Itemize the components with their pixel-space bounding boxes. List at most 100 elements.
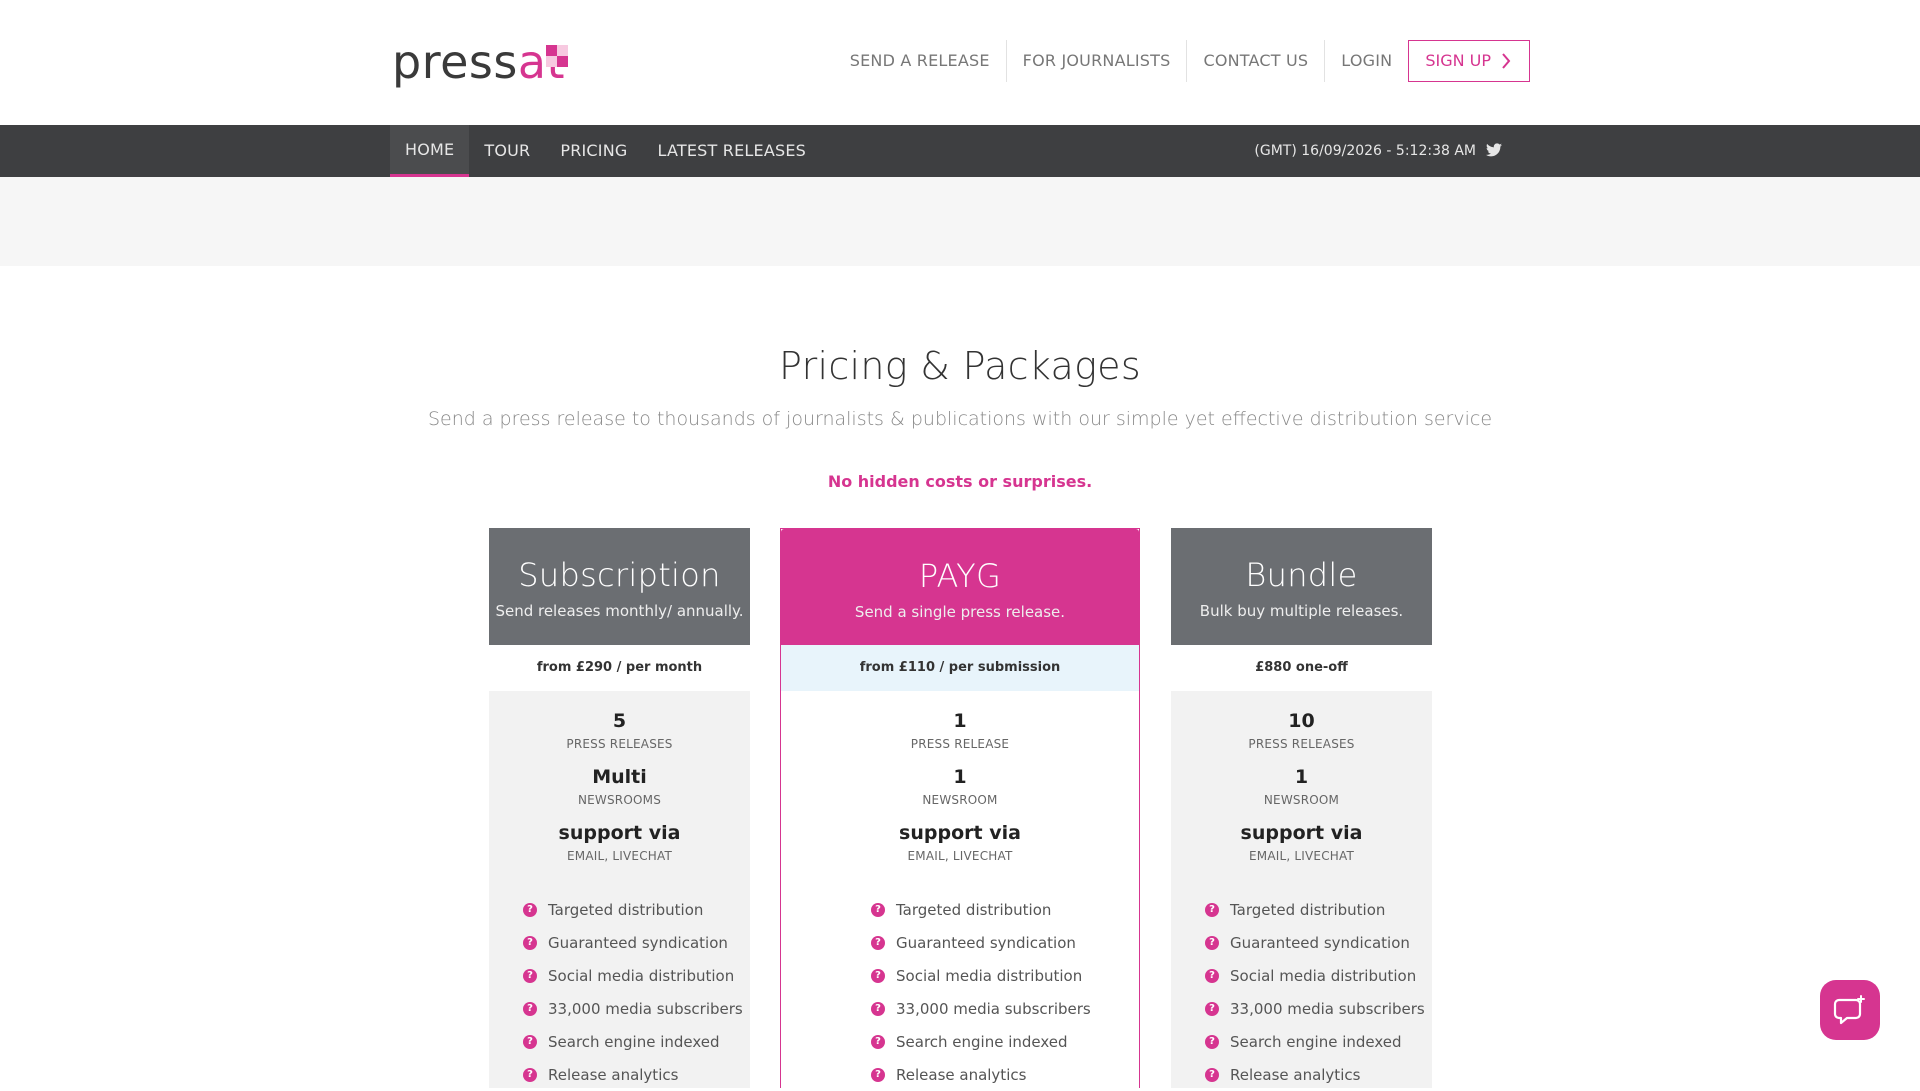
plan-desc: Send a single press release.	[854, 603, 1066, 621]
feature-label: 33,000 media subscribers	[896, 999, 1091, 1018]
plan-desc: Bulk buy multiple releases.	[1199, 602, 1404, 620]
plan-stat: 1 PRESS RELEASE	[781, 709, 1139, 751]
plan-stat: support via EMAIL, LIVECHAT	[489, 821, 750, 863]
tab-home[interactable]: HOME	[390, 125, 470, 177]
question-icon[interactable]: ?	[1205, 1034, 1219, 1049]
stat-label: EMAIL, LIVECHAT	[907, 849, 1013, 863]
question-icon[interactable]: ?	[1205, 968, 1219, 983]
feature-label: Release analytics	[1230, 1065, 1361, 1084]
feature-item: ? 33,000 media subscribers	[1205, 992, 1432, 1025]
nav-contact-us[interactable]: CONTACT US	[1187, 40, 1326, 82]
pricing-note: No hidden costs or surprises.	[827, 472, 1093, 491]
chat-bubble-icon	[1833, 995, 1865, 1025]
question-icon[interactable]: ?	[1205, 935, 1219, 950]
feature-label: Release analytics	[896, 1065, 1027, 1084]
feature-label: Search engine indexed	[896, 1032, 1068, 1051]
plan-card-payg[interactable]: PAYG Send a single press release. from £…	[780, 528, 1140, 1088]
plan-name: Subscription	[518, 556, 721, 594]
feature-item: ? 33,000 media subscribers	[523, 992, 750, 1025]
chevron-right-icon	[1502, 53, 1511, 69]
question-icon[interactable]: ?	[523, 968, 537, 983]
plan-card-bundle[interactable]: Bundle Bulk buy multiple releases. £880 …	[1171, 528, 1432, 1088]
feature-item: ? Social media distribution	[1205, 959, 1432, 992]
feature-label: Search engine indexed	[548, 1032, 720, 1051]
plan-stat: 1 NEWSROOM	[781, 765, 1139, 807]
feature-item: ? Social media distribution	[871, 959, 1139, 992]
tab-latest-releases[interactable]: LATEST RELEASES	[643, 125, 822, 177]
feature-item: ? Search engine indexed	[1205, 1025, 1432, 1058]
feature-label: Social media distribution	[1230, 966, 1417, 985]
stat-label: NEWSROOM	[922, 793, 998, 807]
stat-number: 10	[1288, 710, 1315, 732]
question-icon[interactable]: ?	[1205, 902, 1219, 917]
feature-item: ? Targeted distribution	[871, 893, 1139, 926]
feature-label: Targeted distribution	[548, 900, 704, 919]
feature-label: 33,000 media subscribers	[548, 999, 743, 1018]
logo-mark-icon	[546, 45, 568, 71]
feature-item: ? Targeted distribution	[1205, 893, 1432, 926]
question-icon[interactable]: ?	[1205, 1067, 1219, 1082]
feature-item: ? 33,000 media subscribers	[871, 992, 1139, 1025]
feature-label: Social media distribution	[548, 966, 735, 985]
hero-band	[0, 177, 1920, 266]
plan-header: Subscription Send releases monthly/ annu…	[489, 528, 750, 645]
plan-stat: 1 NEWSROOM	[1171, 765, 1432, 807]
question-icon[interactable]: ?	[871, 935, 885, 950]
stat-label: NEWSROOM	[1263, 793, 1340, 807]
plan-stat: Multi NEWSROOMS	[489, 765, 750, 807]
question-icon[interactable]: ?	[523, 1067, 537, 1082]
question-icon[interactable]: ?	[871, 1034, 885, 1049]
pricing-header: Pricing & Packages Send a press release …	[0, 344, 1920, 491]
top-nav: SEND A RELEASE FOR JOURNALISTS CONTACT U…	[834, 40, 1530, 82]
feature-item: ? Social media distribution	[523, 959, 750, 992]
feature-item: ? Release analytics	[523, 1058, 750, 1091]
site-header: pressat SEND A RELEASE FOR JOURNALISTS C…	[0, 0, 1920, 125]
plan-header: PAYG Send a single press release.	[781, 529, 1139, 645]
stat-label: EMAIL, LIVECHAT	[1248, 849, 1355, 863]
question-icon[interactable]: ?	[871, 968, 885, 983]
stat-label: PRESS RELEASES	[1248, 737, 1355, 751]
nav-send-release[interactable]: SEND A RELEASE	[834, 40, 1007, 82]
plan-price: from £290 / per month	[489, 645, 750, 691]
question-icon[interactable]: ?	[1205, 1001, 1219, 1016]
question-icon[interactable]: ?	[523, 1001, 537, 1016]
feature-item: ? Guaranteed syndication	[871, 926, 1139, 959]
gmt-clock: (GMT) 16/09/2026 - 5:12:38 AM	[1254, 143, 1476, 159]
question-icon[interactable]: ?	[523, 1034, 537, 1049]
signup-button[interactable]: SIGN UP	[1408, 40, 1530, 82]
tab-pricing[interactable]: PRICING	[545, 125, 642, 177]
feature-label: Social media distribution	[896, 966, 1083, 985]
stat-number: 5	[612, 710, 627, 732]
stat-label: NEWSROOMS	[577, 793, 662, 807]
signup-label: SIGN UP	[1425, 51, 1491, 70]
page-title: Pricing & Packages	[779, 344, 1141, 388]
chat-button[interactable]	[1820, 980, 1880, 1040]
question-icon[interactable]: ?	[523, 935, 537, 950]
nav-for-journalists[interactable]: FOR JOURNALISTS	[1007, 40, 1188, 82]
plan-stat: 5 PRESS RELEASES	[489, 709, 750, 751]
stat-number: support via	[899, 822, 1021, 844]
question-icon[interactable]: ?	[871, 1067, 885, 1082]
feature-label: 33,000 media subscribers	[1230, 999, 1425, 1018]
feature-label: Targeted distribution	[896, 900, 1052, 919]
pricing-cards: Subscription Send releases monthly/ annu…	[0, 528, 1920, 1088]
plan-price: £880 one-off	[1171, 645, 1432, 691]
nav-login[interactable]: LOGIN	[1325, 40, 1408, 82]
feature-item: ? Search engine indexed	[871, 1025, 1139, 1058]
feature-item: ? Targeted distribution	[523, 893, 750, 926]
twitter-icon[interactable]	[1486, 143, 1502, 157]
question-icon[interactable]: ?	[523, 902, 537, 917]
question-icon[interactable]: ?	[871, 902, 885, 917]
feature-label: Targeted distribution	[1230, 900, 1386, 919]
plan-stat: support via EMAIL, LIVECHAT	[1171, 821, 1432, 863]
feature-label: Guaranteed syndication	[548, 933, 728, 952]
stat-label: PRESS RELEASE	[910, 737, 1010, 751]
stat-number: 1	[953, 710, 967, 732]
feature-item: ? Release analytics	[1205, 1058, 1432, 1091]
tab-tour[interactable]: TOUR	[469, 125, 545, 177]
feature-label: Release analytics	[548, 1065, 679, 1084]
logo[interactable]: pressat	[392, 38, 565, 86]
page-subtitle: Send a press release to thousands of jou…	[427, 408, 1493, 430]
question-icon[interactable]: ?	[871, 1001, 885, 1016]
plan-card-subscription[interactable]: Subscription Send releases monthly/ annu…	[489, 528, 750, 1088]
